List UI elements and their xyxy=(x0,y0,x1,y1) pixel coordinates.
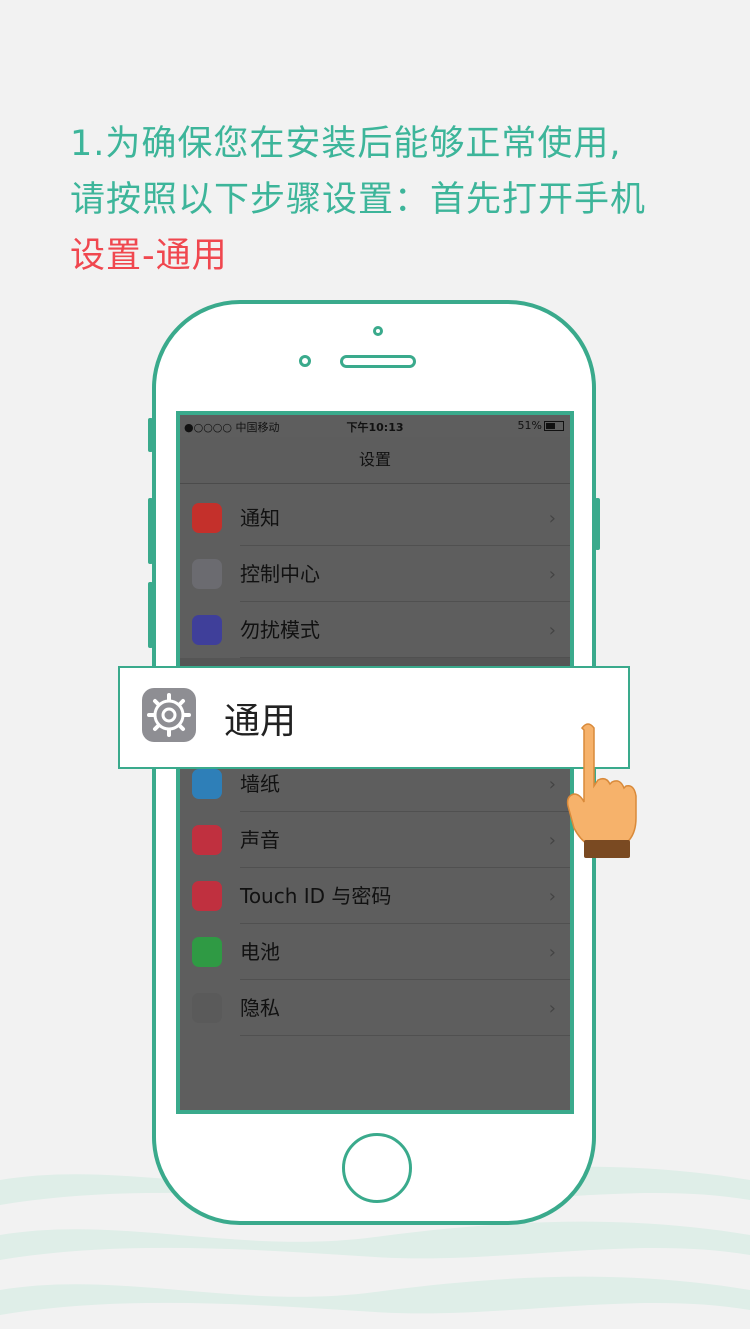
settings-row-label: 勿扰模式 xyxy=(240,618,320,642)
battery-percent: 51% xyxy=(517,419,542,432)
chevron-right-icon: › xyxy=(548,564,556,585)
settings-row-notifications[interactable]: 通知 › xyxy=(180,490,570,546)
instruction-line-1: 1.为确保您在安装后能够正常使用, xyxy=(70,124,622,164)
settings-row-label: Touch ID 与密码 xyxy=(240,884,392,908)
phone-speaker xyxy=(340,355,416,368)
settings-row-touch-id-passcode[interactable]: Touch ID 与密码 › xyxy=(180,868,570,924)
chevron-right-icon: › xyxy=(548,830,556,851)
instruction-line-3: 设置-通用 xyxy=(70,236,228,276)
control-center-icon xyxy=(192,559,222,589)
battery-status: 51% xyxy=(518,419,564,432)
instruction-text: 1.为确保您在安装后能够正常使用, 请按照以下步骤设置：首先打开手机 设置-通用 xyxy=(70,116,720,284)
chevron-right-icon: › xyxy=(548,620,556,641)
power-button xyxy=(595,498,600,550)
sound-icon xyxy=(192,825,222,855)
volume-button xyxy=(148,418,153,452)
settings-row-do-not-disturb[interactable]: 勿扰模式 › xyxy=(180,602,570,658)
chevron-right-icon: › xyxy=(548,508,556,529)
battery-icon xyxy=(192,937,222,967)
settings-row-label: 声音 xyxy=(240,828,280,852)
instruction-line-2: 请按照以下步骤设置：首先打开手机 xyxy=(70,180,647,220)
wallpaper-icon xyxy=(192,769,222,799)
settings-row-privacy[interactable]: 隐私 › xyxy=(180,980,570,1036)
general-label: 通用 xyxy=(224,701,297,742)
settings-row-battery[interactable]: 电池 › xyxy=(180,924,570,980)
chevron-right-icon: › xyxy=(548,998,556,1019)
phone-camera xyxy=(373,326,383,336)
chevron-right-icon: › xyxy=(548,942,556,963)
pointing-hand-icon xyxy=(566,723,637,858)
chevron-right-icon: › xyxy=(548,774,556,795)
settings-row-label: 控制中心 xyxy=(240,562,320,586)
settings-row-label: 通知 xyxy=(240,506,280,530)
settings-row-control-center[interactable]: 控制中心 › xyxy=(180,546,570,602)
chevron-right-icon: › xyxy=(548,886,556,907)
status-time: 下午10:13 xyxy=(346,421,404,434)
settings-title: 设置 xyxy=(180,437,570,484)
gear-icon xyxy=(142,688,196,742)
settings-row-label: 电池 xyxy=(240,940,280,964)
moon-icon xyxy=(192,615,222,645)
battery-icon xyxy=(544,421,564,431)
status-bar: ●○○○○ 中国移动 下午10:13 51% xyxy=(180,415,570,437)
settings-row-label: 隐私 xyxy=(240,996,280,1020)
notifications-icon xyxy=(192,503,222,533)
home-button[interactable] xyxy=(342,1133,412,1203)
volume-up-button xyxy=(148,498,153,564)
hand-icon xyxy=(192,993,222,1023)
phone-sensor xyxy=(299,355,311,367)
volume-down-button xyxy=(148,582,153,648)
fingerprint-icon xyxy=(192,881,222,911)
highlight-general-row[interactable]: 通用 xyxy=(118,666,630,769)
settings-row-sounds[interactable]: 声音 › xyxy=(180,812,570,868)
